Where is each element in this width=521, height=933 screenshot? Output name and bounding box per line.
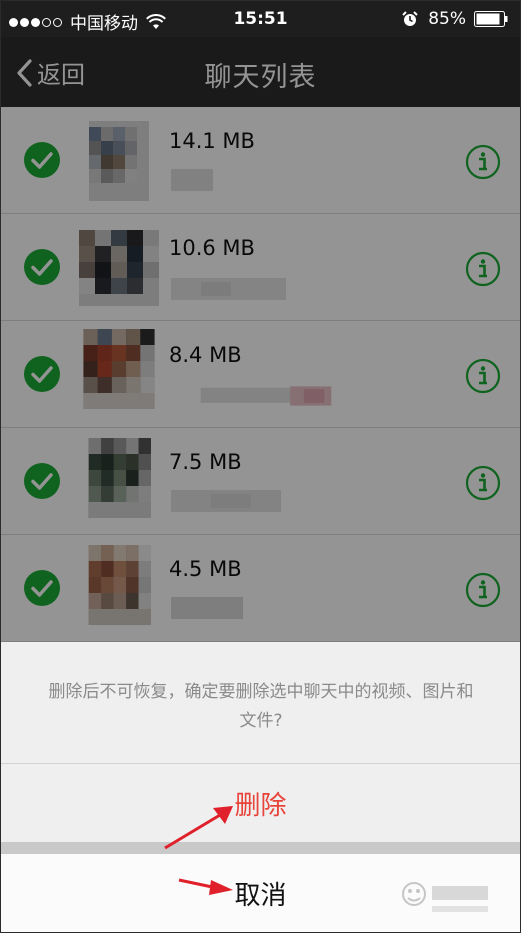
confirm-message: 删除后不可恢复，确定要删除选中聊天中的视频、图片和文件? (48, 682, 474, 731)
battery-percent: 85% (428, 9, 466, 29)
battery-icon (474, 11, 508, 27)
alarm-clock-icon (402, 11, 418, 26)
red-arrow-icon (178, 878, 233, 895)
red-arrow-icon (164, 806, 233, 850)
sheet-separator (1, 842, 520, 854)
delete-button[interactable]: 删除 (1, 764, 520, 842)
action-sheet: 删除后不可恢复，确定要删除选中聊天中的视频、图片和文件? 删除 取消 (1, 642, 520, 932)
watermark-logo (402, 882, 488, 912)
status-bar: 中国移动 15:51 85% (1, 1, 520, 37)
status-right: 85% (402, 9, 508, 29)
phone-screen: 中国移动 15:51 85% 返回 聊天列表 14.1 MB 10.6 MB 8… (1, 1, 520, 932)
